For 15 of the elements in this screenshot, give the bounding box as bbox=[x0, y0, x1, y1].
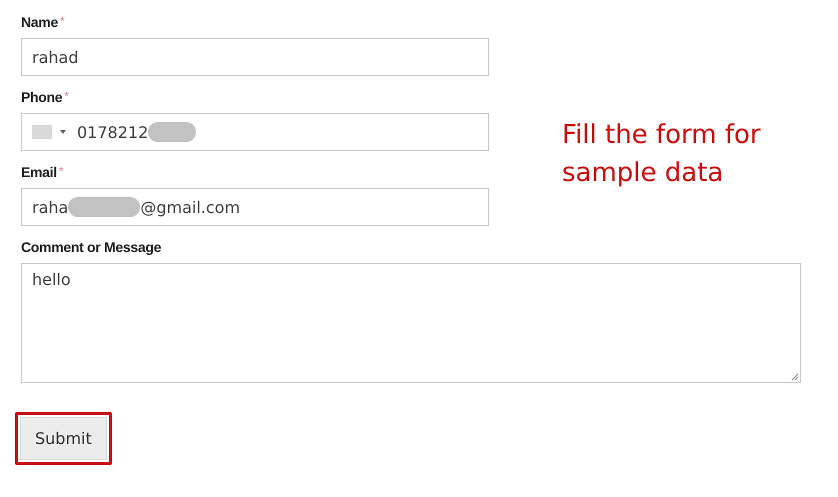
required-mark: * bbox=[60, 14, 64, 28]
submit-button[interactable]: Submit bbox=[20, 417, 107, 460]
phone-input-field[interactable]: 0178212 bbox=[21, 113, 489, 151]
name-input-field[interactable]: rahad bbox=[21, 38, 489, 76]
field-label: Name bbox=[21, 14, 58, 30]
email-input-field[interactable]: raha @gmail.com bbox=[21, 188, 489, 226]
caret-icon[interactable] bbox=[59, 129, 67, 135]
field-label: Comment or Message bbox=[21, 239, 162, 255]
required-mark: * bbox=[64, 89, 69, 103]
field-label: Phone bbox=[21, 89, 62, 105]
field-label: Email bbox=[21, 164, 57, 180]
required-mark: * bbox=[58, 164, 64, 178]
message-textarea[interactable]: hello bbox=[21, 263, 801, 383]
resize-handle-icon[interactable] bbox=[791, 373, 799, 381]
annotation-text: Fill the form for sample data bbox=[562, 119, 762, 190]
